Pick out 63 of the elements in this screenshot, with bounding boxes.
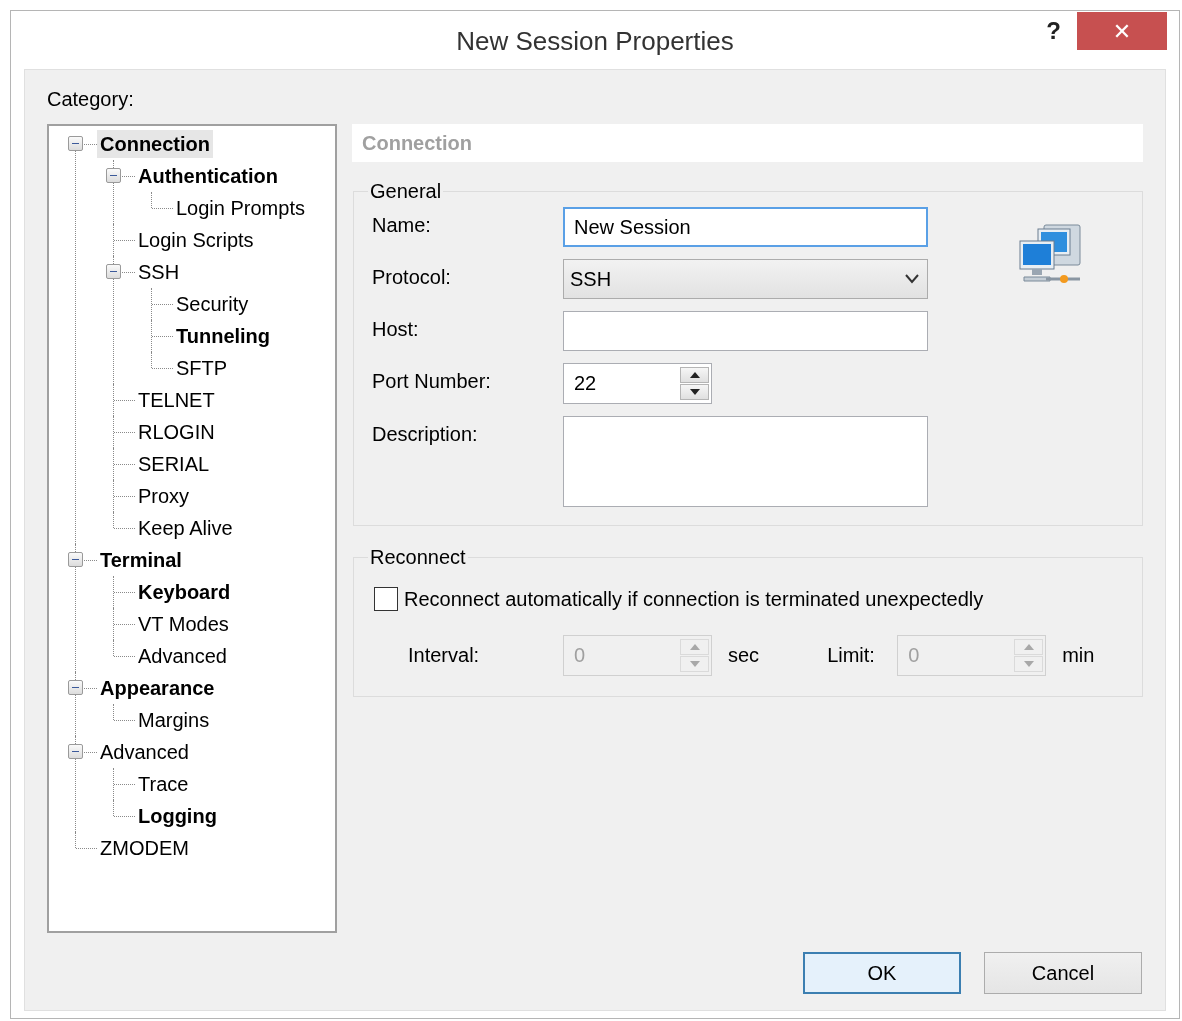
tree-item[interactable]: Advanced (135, 642, 230, 670)
spin-up-button[interactable] (680, 367, 709, 383)
collapse-icon[interactable] (106, 168, 121, 183)
help-button[interactable]: ? (1038, 15, 1069, 47)
collapse-icon[interactable] (68, 552, 83, 567)
tree-item[interactable]: Login Scripts (135, 226, 257, 254)
up-arrow-icon (689, 372, 700, 378)
collapse-icon[interactable] (106, 264, 121, 279)
tree-item[interactable]: Appearance (97, 674, 218, 702)
up-arrow-icon (1023, 644, 1034, 650)
input-field[interactable] (563, 311, 928, 351)
tree-item[interactable]: Security (173, 290, 252, 318)
tree-item[interactable]: Tunneling (173, 322, 274, 350)
tree-item[interactable]: ZMODEM (97, 834, 192, 862)
tree-item[interactable]: Authentication (135, 162, 281, 190)
field-label: Description: (372, 422, 479, 447)
page-header: Connection (352, 124, 1143, 162)
tree-item[interactable]: VT Modes (135, 610, 232, 638)
tree-item[interactable]: Advanced (97, 738, 192, 766)
unit-label: sec (728, 644, 760, 667)
tree-item[interactable]: Terminal (97, 546, 185, 574)
input-field[interactable]: New Session (563, 207, 928, 247)
tree-item[interactable]: SFTP (173, 354, 231, 382)
tree-item[interactable]: RLOGIN (135, 418, 218, 446)
down-arrow-icon (689, 661, 700, 667)
category-label: Category: (47, 87, 135, 112)
spin-down-button[interactable] (680, 384, 709, 400)
tree-item[interactable]: SSH (135, 258, 183, 286)
dropdown[interactable]: SSH (563, 259, 928, 299)
tree-item[interactable]: Margins (135, 706, 213, 734)
tree-item[interactable]: Proxy (135, 482, 193, 510)
tree-item[interactable]: SERIAL (135, 450, 213, 478)
tree-item[interactable]: Connection (97, 130, 213, 158)
up-arrow-icon (689, 644, 700, 650)
dialog-button[interactable]: OK (803, 952, 961, 994)
down-arrow-icon (1023, 661, 1034, 667)
field-label: Port Number: (372, 369, 492, 394)
field-label: Limit: (827, 644, 876, 667)
tree-item[interactable]: Keyboard (135, 578, 234, 606)
collapse-icon[interactable] (68, 680, 83, 695)
field-label: Protocol: (372, 265, 452, 290)
field-label: Host: (372, 317, 420, 342)
window-title: New Session Properties (456, 25, 734, 57)
tree-item[interactable]: TELNET (135, 386, 218, 414)
group-title: Reconnect (369, 546, 467, 569)
chevron-down-icon (905, 274, 919, 284)
dialog-button[interactable]: Cancel (984, 952, 1142, 994)
checkbox[interactable] (374, 587, 398, 611)
checkbox-label[interactable]: Reconnect automatically if connection is terminated unexpectedly (404, 587, 984, 611)
collapse-icon[interactable] (68, 136, 83, 151)
down-arrow-icon (689, 389, 700, 395)
tree-item[interactable]: Login Prompts (173, 194, 308, 222)
tree-item[interactable]: Keep Alive (135, 514, 236, 542)
close-button[interactable]: ✕ (1077, 12, 1167, 50)
collapse-icon[interactable] (68, 744, 83, 759)
tree-item[interactable]: Logging (135, 802, 220, 830)
field-label: Interval: (408, 644, 481, 667)
spin-box[interactable]: 22 (563, 363, 712, 404)
tree-item[interactable]: Trace (135, 770, 192, 798)
number-field[interactable]: 22 (564, 364, 678, 403)
group-title: General (369, 180, 443, 203)
field-label: Name: (372, 213, 432, 238)
unit-label: min (1062, 644, 1095, 667)
